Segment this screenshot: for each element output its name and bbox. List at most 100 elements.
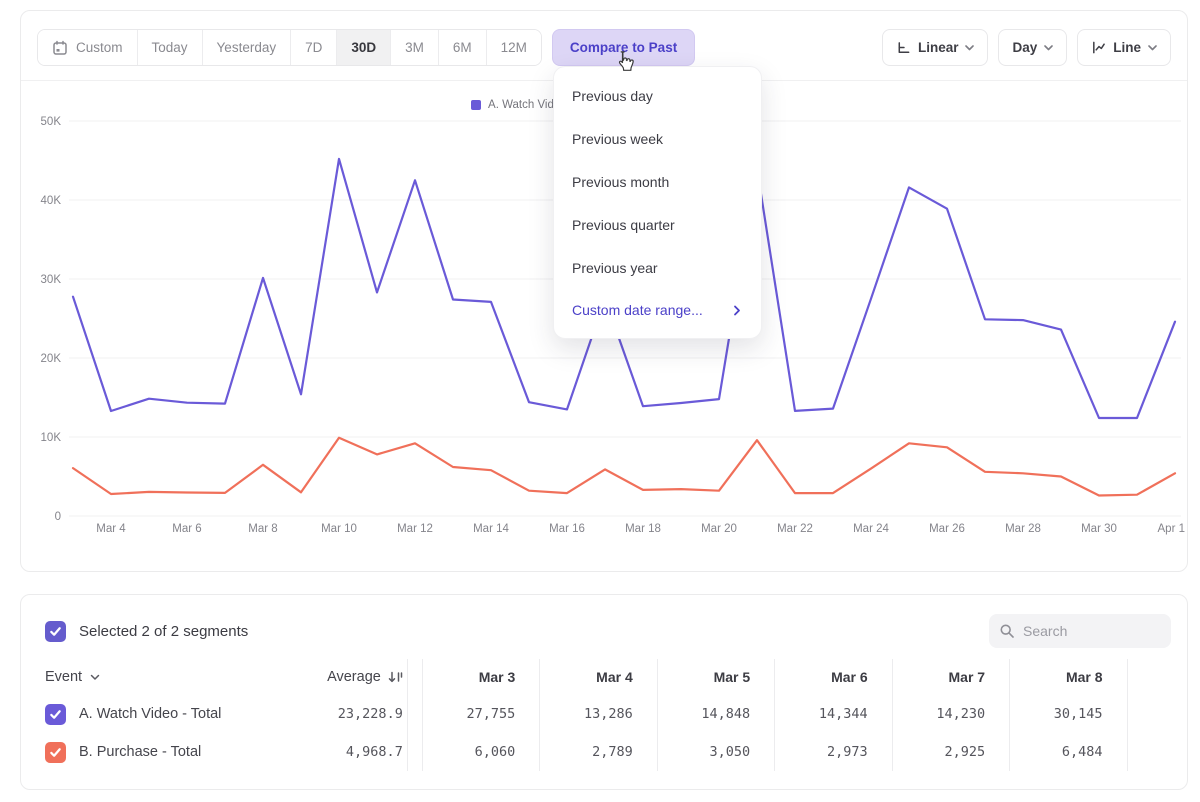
range-button-label: Today (152, 40, 188, 55)
sort-descending-icon (388, 670, 403, 684)
range-button-label: Custom (76, 40, 123, 55)
x-axis-tick-label: Mar 28 (1005, 523, 1041, 535)
x-axis-tick-label: Mar 10 (321, 523, 357, 535)
linear-axis-icon (896, 40, 911, 55)
average-column-header[interactable]: Average (310, 659, 408, 695)
interval-dropdown-label: Day (1012, 40, 1037, 55)
x-axis-tick-label: Mar 30 (1081, 523, 1117, 535)
value-cell: 15, (1128, 695, 1188, 733)
range-button-7d[interactable]: 7D (290, 30, 336, 65)
value-cell: 14,848 (658, 695, 775, 733)
chart-type-dropdown-label: Line (1113, 40, 1141, 55)
scale-dropdown-label: Linear (918, 40, 959, 55)
value-cell: 2,789 (540, 733, 657, 771)
selected-segments-label: Selected 2 of 2 segments (79, 623, 248, 640)
date-column-header[interactable]: Mar 7 (893, 659, 1010, 695)
column-divider (408, 695, 423, 733)
segment-checkbox[interactable] (45, 742, 66, 763)
y-axis-tick-label: 20K (41, 353, 62, 365)
range-button-today[interactable]: Today (137, 30, 202, 65)
series-line-purchase[interactable] (73, 438, 1175, 496)
segment-label: B. Purchase - Total (79, 744, 201, 760)
table-row: B. Purchase - Total4,968.76,0602,7893,05… (21, 733, 1188, 771)
x-axis-tick-label: Mar 4 (96, 523, 126, 535)
event-column-header[interactable]: Event (21, 659, 310, 695)
search-icon (999, 623, 1015, 639)
segment-checkbox[interactable] (45, 704, 66, 725)
scale-dropdown-button[interactable]: Linear (882, 29, 989, 66)
date-column-header[interactable]: Mar 3 (423, 659, 540, 695)
x-axis-tick-label: Mar 26 (929, 523, 965, 535)
check-icon (49, 625, 62, 638)
date-column-header[interactable]: Mar 6 (775, 659, 892, 695)
range-button-30d[interactable]: 30D (336, 30, 390, 65)
toolbar-right-controls: Linear Day Line (882, 29, 1171, 66)
chart-type-dropdown-button[interactable]: Line (1077, 29, 1171, 66)
value-cell: 3,050 (658, 733, 775, 771)
check-icon (49, 708, 62, 721)
date-range-selector: Custom Today Yesterday 7D 30D 3M 6M 12M (37, 29, 542, 66)
value-cell: 14,344 (775, 695, 892, 733)
table-header-row: Event Average Mar 3Mar 4Mar 5Mar 6Mar 7Mar… (21, 659, 1188, 695)
x-axis-tick-label: Mar 20 (701, 523, 737, 535)
y-axis-tick-label: 0 (55, 511, 61, 523)
check-icon (49, 746, 62, 759)
x-axis-tick-label: Mar 18 (625, 523, 661, 535)
range-button-3m[interactable]: 3M (390, 30, 438, 65)
event-header-label: Event (45, 669, 82, 685)
x-axis-tick-label: Mar 14 (473, 523, 509, 535)
date-column-header[interactable]: Mar 8 (1010, 659, 1127, 695)
column-divider (408, 659, 423, 695)
value-cell: 14,230 (893, 695, 1010, 733)
value-cell: 3, (1128, 733, 1188, 771)
range-button-12m[interactable]: 12M (486, 30, 541, 65)
chevron-down-icon (965, 45, 974, 51)
select-all-checkbox[interactable] (45, 621, 66, 642)
value-cell: 13,286 (540, 695, 657, 733)
segment-label: A. Watch Video - Total (79, 706, 221, 722)
compare-to-past-menu: Previous dayPrevious weekPrevious monthP… (553, 66, 762, 339)
range-button-label: 12M (501, 40, 527, 55)
date-column-header[interactable]: M (1128, 659, 1188, 695)
range-button-label: 30D (351, 40, 376, 55)
menu-item-previous-year[interactable]: Previous year (554, 246, 761, 289)
range-button-label: 6M (453, 40, 472, 55)
x-axis-tick-label: Mar 8 (248, 523, 277, 535)
calendar-icon (52, 40, 68, 56)
range-button-label: 3M (405, 40, 424, 55)
table-row: A. Watch Video - Total 23,228.9 27,75513,2… (21, 695, 1188, 733)
value-cell: 27,755 (423, 695, 540, 733)
search-input[interactable] (1023, 623, 1161, 639)
menu-item-previous-week[interactable]: Previous week (554, 118, 761, 161)
range-button-label: 7D (305, 40, 322, 55)
line-chart-icon (1091, 40, 1106, 55)
mouse-cursor-pointer (613, 50, 637, 76)
column-divider (408, 733, 423, 771)
x-axis-tick-label: Mar 6 (172, 523, 201, 535)
value-cell: 6,484 (1010, 733, 1127, 771)
segments-table-panel: Selected 2 of 2 segments Event Average Mar… (20, 594, 1188, 790)
menu-item-custom-date-range[interactable]: Custom date range... (554, 289, 761, 332)
range-button-label: Yesterday (217, 40, 277, 55)
range-button-yesterday[interactable]: Yesterday (202, 30, 291, 65)
interval-dropdown-button[interactable]: Day (998, 29, 1067, 66)
value-cell: 2,925 (893, 733, 1010, 771)
date-column-header[interactable]: Mar 4 (540, 659, 657, 695)
average-header-label: Average (327, 669, 381, 685)
range-button-custom[interactable]: Custom (38, 30, 137, 65)
value-cell: 30,145 (1010, 695, 1127, 733)
menu-item-previous-day[interactable]: Previous day (554, 75, 761, 118)
value-cell: 2,973 (775, 733, 892, 771)
date-column-header[interactable]: Mar 5 (658, 659, 775, 695)
event-cell: A. Watch Video - Total (21, 695, 310, 733)
x-axis-tick-label: Mar 12 (397, 523, 433, 535)
y-axis-tick-label: 10K (41, 432, 62, 444)
range-button-6m[interactable]: 6M (438, 30, 486, 65)
y-axis-tick-label: 30K (41, 274, 62, 286)
average-cell: 23,228.9 (310, 695, 408, 733)
menu-item-previous-month[interactable]: Previous month (554, 161, 761, 204)
y-axis-tick-label: 40K (41, 195, 62, 207)
menu-item-previous-quarter[interactable]: Previous quarter (554, 203, 761, 246)
menu-item-label: Custom date range... (572, 302, 703, 318)
y-axis-tick-label: 50K (41, 116, 62, 128)
